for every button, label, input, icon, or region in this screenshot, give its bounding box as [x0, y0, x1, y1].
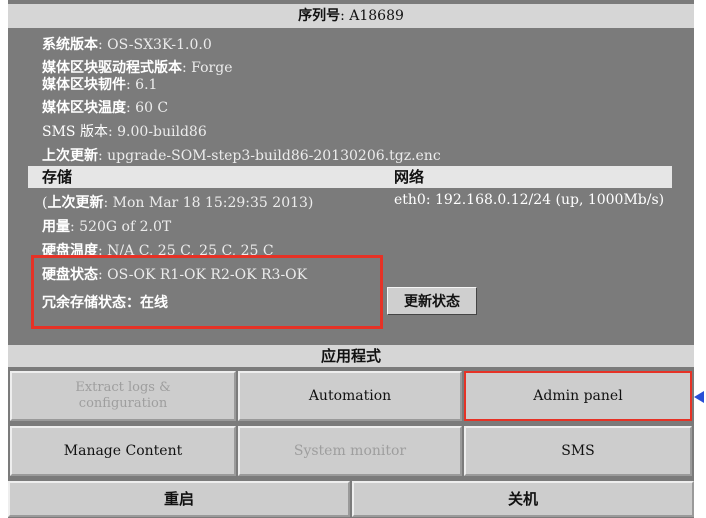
pointer-arrow-icon [694, 391, 704, 403]
media-temp-row: 媒体区块温度: 60 C [42, 97, 168, 117]
network-eth0: eth0: 192.168.0.12/24 (up, 1000Mb/s) [394, 192, 665, 208]
network-header: 网络 [394, 168, 425, 186]
media-temp-value: : 60 C [126, 100, 169, 116]
media-firmware-row: 媒体区块韧件: 6.1 [42, 74, 157, 94]
storage-last-update-row: (上次更新: Mon Mar 18 15:29:35 2013) [42, 192, 313, 212]
highlight-box [31, 255, 383, 329]
sms-version-row: SMS 版本: 9.00-build86 [42, 121, 207, 141]
update-status-button[interactable]: 更新状态 [387, 287, 477, 315]
extract-logs-button[interactable]: Extract logs & configuration [10, 371, 236, 421]
media-firmware-value: : 6.1 [126, 77, 158, 93]
apps-header: 应用程式 [8, 345, 694, 367]
last-update-value: : upgrade-SOM-step3-build86-20130206.tgz… [98, 148, 441, 164]
automation-button[interactable]: Automation [238, 371, 462, 421]
serial-label: 序列号 [298, 8, 341, 24]
sms-version-label: SMS 版本 [42, 124, 108, 140]
storage-header: 存储 [42, 168, 73, 186]
media-firmware-label: 媒体区块韧件 [42, 77, 126, 93]
serial-number-bar: 序列号: A18689 [8, 4, 694, 28]
manage-content-button[interactable]: Manage Content [10, 426, 236, 476]
capacity-row: 用量: 520G of 2.0T [42, 216, 171, 236]
capacity-label: 用量 [42, 219, 70, 235]
shutdown-button[interactable]: 关机 [352, 481, 694, 517]
sms-button[interactable]: SMS [464, 426, 692, 476]
media-temp-label: 媒体区块温度 [42, 100, 126, 116]
system-monitor-button[interactable]: System monitor [238, 426, 462, 476]
serial-value: : A18689 [340, 8, 404, 24]
admin-panel-button[interactable]: Admin panel [464, 371, 692, 421]
media-driver-value: : Forge [182, 60, 233, 76]
last-update-label: 上次更新 [42, 148, 98, 164]
system-version-value: : OS-SX3K-1.0.0 [98, 37, 212, 53]
capacity-value: : 520G of 2.0T [70, 219, 172, 235]
system-version-label: 系统版本 [42, 37, 98, 53]
storage-last-update-label: 上次更新 [47, 195, 104, 211]
last-update-row: 上次更新: upgrade-SOM-step3-build86-20130206… [42, 145, 441, 165]
storage-network-header: 存储 网络 [28, 166, 672, 188]
system-version-row: 系统版本: OS-SX3K-1.0.0 [42, 34, 212, 54]
restart-button[interactable]: 重启 [8, 481, 350, 517]
storage-last-update-value: : Mon Mar 18 15:29:35 2013) [103, 195, 314, 211]
sms-version-value: : 9.00-build86 [107, 124, 207, 140]
